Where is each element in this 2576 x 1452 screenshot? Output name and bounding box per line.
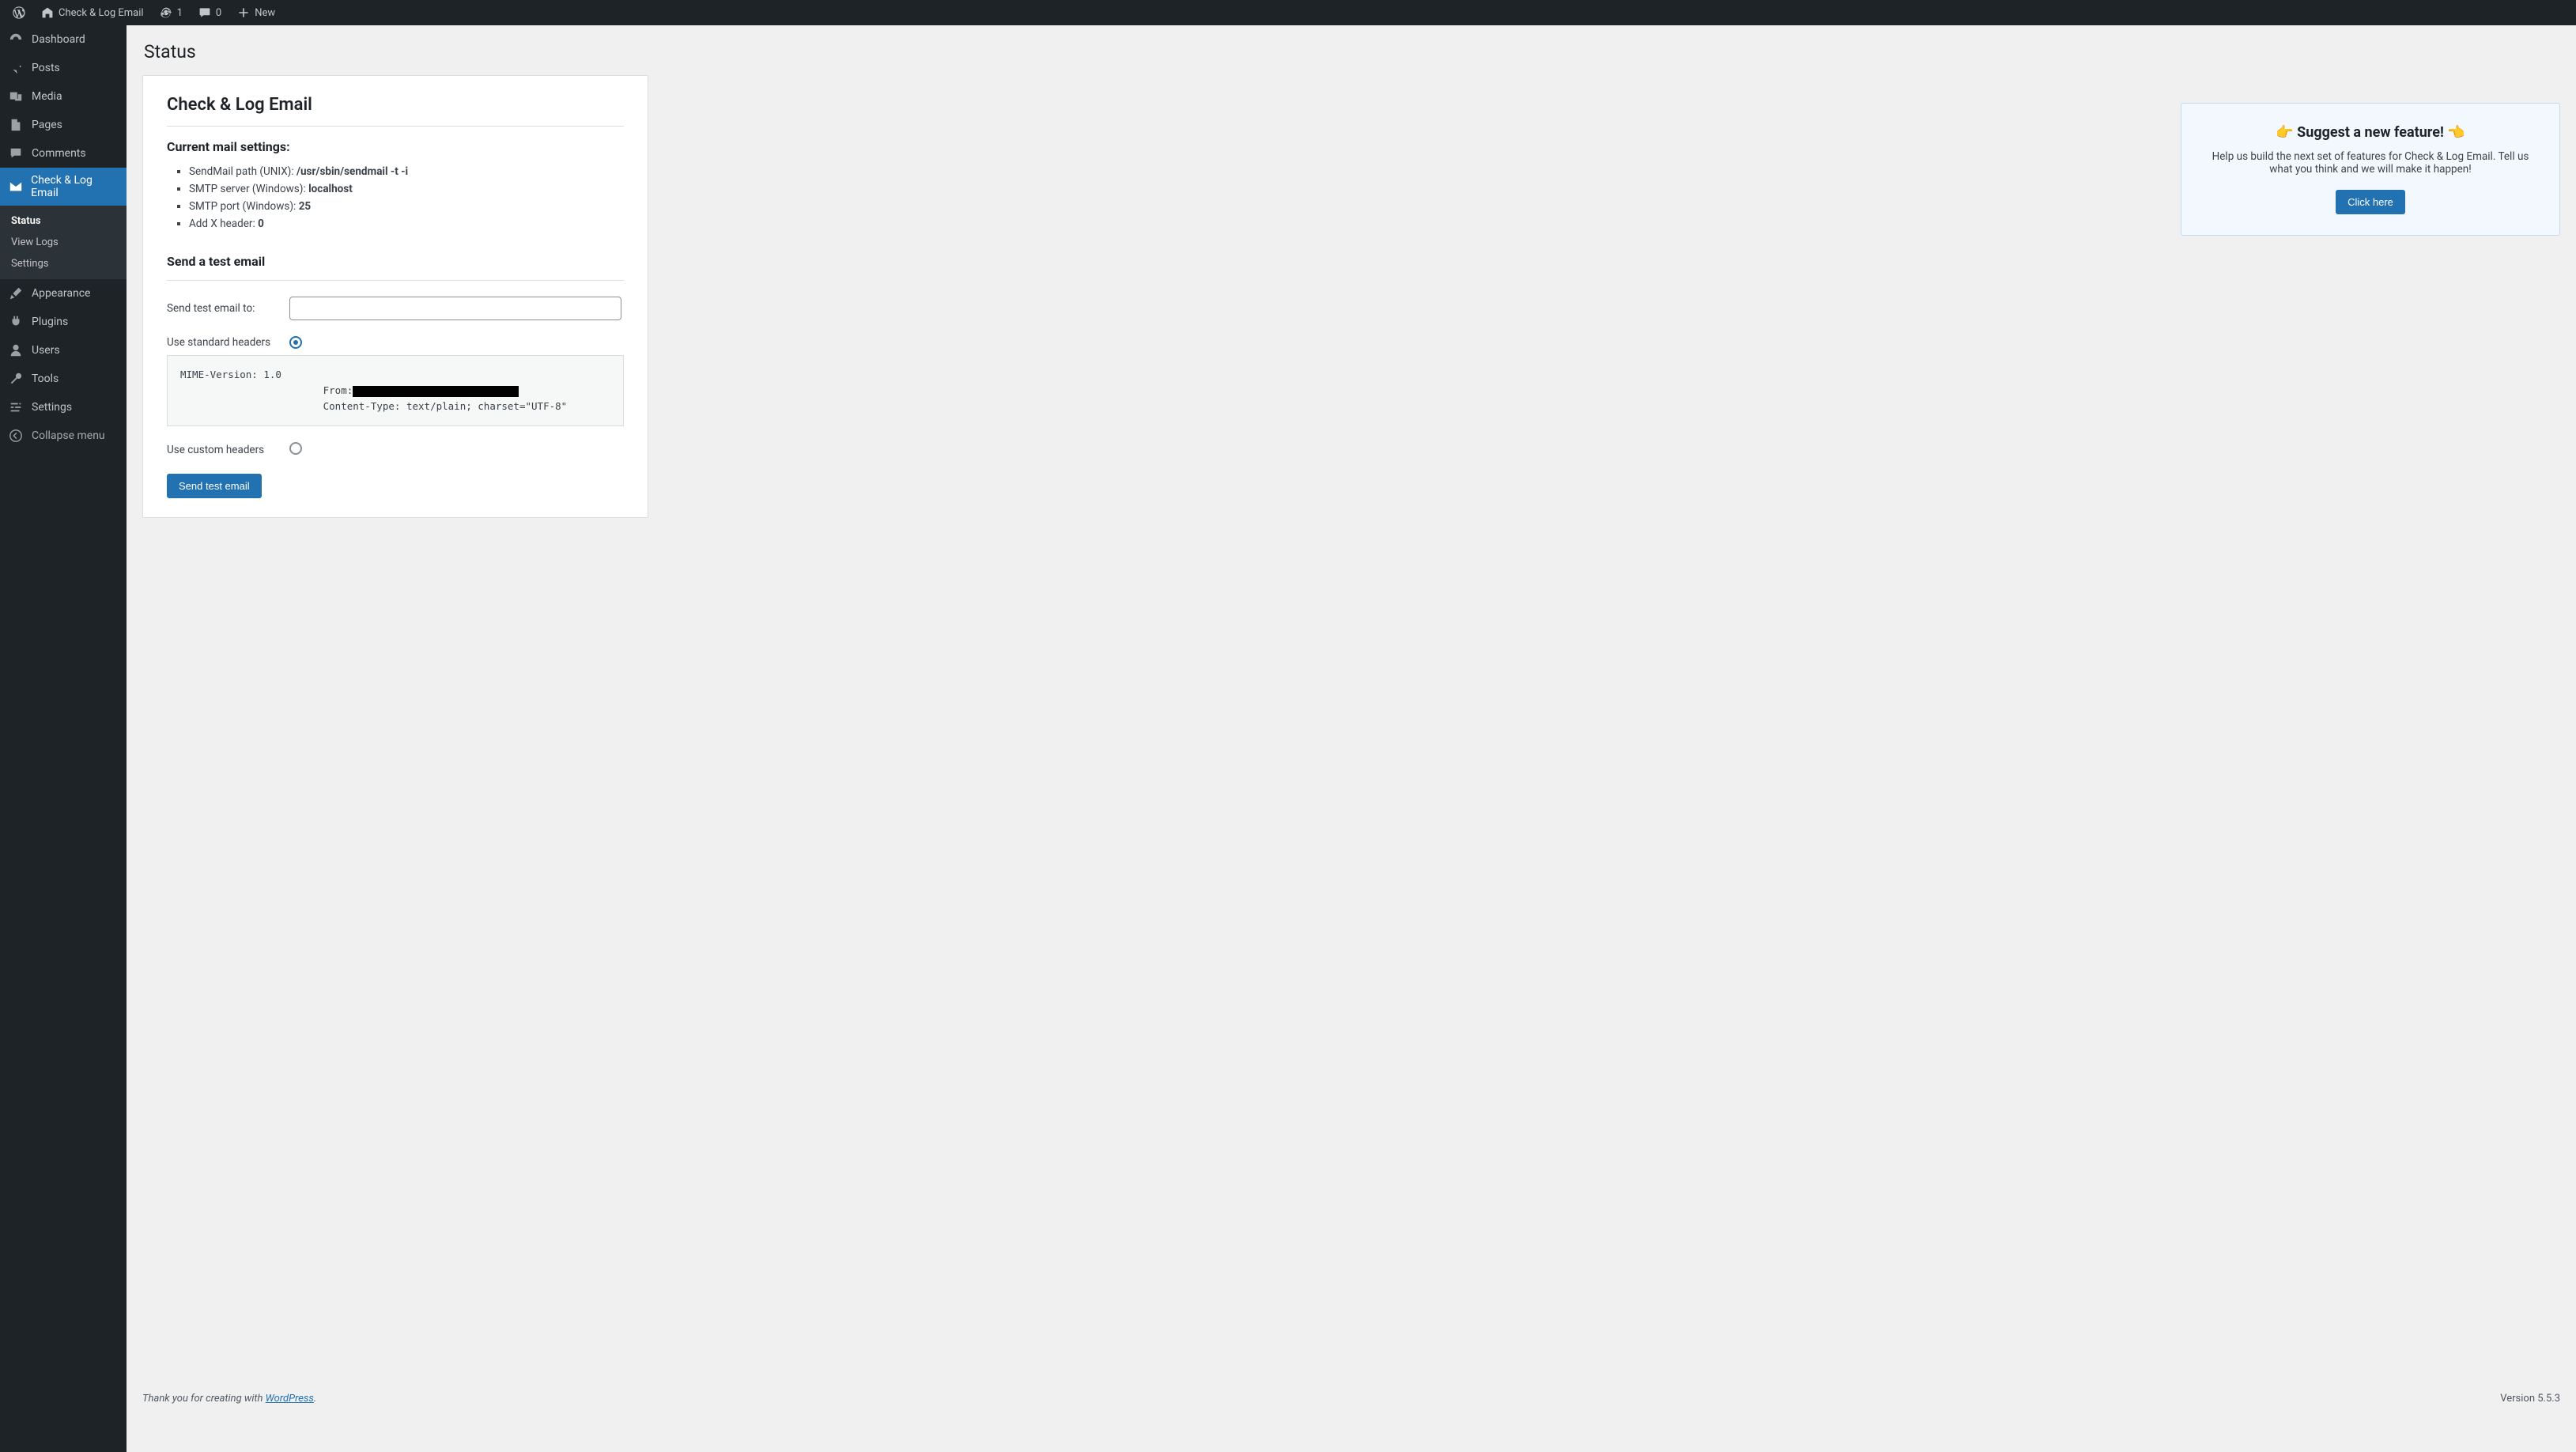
admin-sidebar: Dashboard Posts Media Pages Comments Che… <box>0 25 127 1452</box>
suggest-feature-panel: 👉 Suggest a new feature! 👈 Help us build… <box>2181 103 2560 236</box>
menu-label: Settings <box>32 401 72 414</box>
setting-smtp-port: SMTP port (Windows): 25 <box>189 200 624 213</box>
card-title: Check & Log Email <box>167 95 624 115</box>
promo-title: 👉 Suggest a new feature! 👈 <box>2204 124 2537 141</box>
plug-icon <box>8 314 24 330</box>
send-test-email-button[interactable]: Send test email <box>167 474 262 498</box>
menu-label: Posts <box>32 62 60 74</box>
dashboard-icon <box>8 32 24 47</box>
footer-version: Version 5.5.3 <box>2500 1393 2560 1405</box>
headers-preview: MIME-Version: 1.0 From: Content-Type: te… <box>167 355 624 426</box>
menu-label: Dashboard <box>32 33 85 46</box>
menu-label: Users <box>32 344 60 357</box>
mail-icon <box>8 179 23 195</box>
media-icon <box>8 89 24 104</box>
setting-smtp-server: SMTP server (Windows): localhost <box>189 183 624 195</box>
row-standard-headers: Use standard headers <box>167 336 624 349</box>
home-icon <box>41 6 54 19</box>
collapse-icon <box>8 428 24 444</box>
updates-count: 1 <box>177 7 183 19</box>
send-to-input[interactable] <box>289 297 621 320</box>
new-label: New <box>255 7 275 19</box>
updates-link[interactable]: 1 <box>153 0 189 25</box>
collapse-menu[interactable]: Collapse menu <box>0 422 127 450</box>
submenu-check-log-email: Status View Logs Settings <box>0 206 127 279</box>
menu-label: Comments <box>32 147 86 160</box>
menu-label: Pages <box>32 119 62 131</box>
menu-users[interactable]: Users <box>0 336 127 365</box>
comments-link[interactable]: 0 <box>192 0 228 25</box>
page-title: Status <box>144 41 2559 62</box>
footer-thanks: Thank you for creating with WordPress. <box>142 1393 316 1405</box>
menu-check-log-email[interactable]: Check & Log Email <box>0 168 127 206</box>
mail-settings-list: SendMail path (UNIX): /usr/sbin/sendmail… <box>189 165 624 230</box>
comment-icon <box>198 6 211 19</box>
menu-label: Media <box>32 90 62 103</box>
setting-x-header: Add X header: 0 <box>189 217 624 230</box>
custom-headers-radio[interactable] <box>289 442 302 455</box>
menu-posts[interactable]: Posts <box>0 54 127 82</box>
wrench-icon <box>8 371 24 387</box>
menu-label: Plugins <box>32 316 68 328</box>
standard-headers-label: Use standard headers <box>167 336 289 349</box>
menu-plugins[interactable]: Plugins <box>0 308 127 336</box>
content-area: Status Check & Log Email Current mail se… <box>127 25 2576 1452</box>
user-icon <box>8 342 24 358</box>
submenu-view-logs[interactable]: View Logs <box>0 232 127 253</box>
row-custom-headers: Use custom headers <box>167 442 624 458</box>
new-content-link[interactable]: New <box>231 0 281 25</box>
divider <box>167 280 624 281</box>
sliders-icon <box>8 399 24 415</box>
menu-comments[interactable]: Comments <box>0 139 127 168</box>
menu-appearance[interactable]: Appearance <box>0 279 127 308</box>
promo-text: Help us build the next set of features f… <box>2204 150 2537 176</box>
divider <box>167 126 624 127</box>
pin-icon <box>8 60 24 76</box>
menu-tools[interactable]: Tools <box>0 365 127 393</box>
suggest-feature-button[interactable]: Click here <box>2336 190 2405 214</box>
update-icon <box>160 6 172 19</box>
menu-label: Check & Log Email <box>31 174 119 199</box>
site-name-link[interactable]: Check & Log Email <box>35 0 150 25</box>
comments-count: 0 <box>216 7 221 19</box>
redacted-from-address <box>353 386 519 397</box>
menu-media[interactable]: Media <box>0 82 127 111</box>
submenu-settings[interactable]: Settings <box>0 253 127 274</box>
menu-dashboard[interactable]: Dashboard <box>0 25 127 54</box>
menu-settings[interactable]: Settings <box>0 393 127 422</box>
setting-sendmail: SendMail path (UNIX): /usr/sbin/sendmail… <box>189 165 624 178</box>
admin-footer: Thank you for creating with WordPress. V… <box>142 1361 2560 1405</box>
custom-headers-label: Use custom headers <box>167 444 289 456</box>
wordpress-icon <box>13 6 25 19</box>
menu-label: Appearance <box>32 287 90 300</box>
menu-pages[interactable]: Pages <box>0 111 127 139</box>
test-email-heading: Send a test email <box>167 254 624 269</box>
point-left-icon: 👈 <box>2447 124 2465 141</box>
plus-icon <box>237 6 250 19</box>
brush-icon <box>8 285 24 301</box>
standard-headers-radio[interactable] <box>289 336 302 349</box>
row-send-to: Send test email to: <box>167 297 624 320</box>
admin-topbar: Check & Log Email 1 0 New <box>0 0 2576 25</box>
submenu-status[interactable]: Status <box>0 210 127 232</box>
page-icon <box>8 117 24 133</box>
point-right-icon: 👉 <box>2276 124 2293 141</box>
menu-label: Tools <box>32 372 59 385</box>
status-card: Check & Log Email Current mail settings:… <box>142 75 648 518</box>
menu-label: Collapse menu <box>32 429 105 442</box>
wordpress-link[interactable]: WordPress <box>266 1393 314 1405</box>
site-name-text: Check & Log Email <box>59 7 144 19</box>
settings-heading: Current mail settings: <box>167 139 624 154</box>
wp-logo-menu[interactable] <box>6 0 32 25</box>
send-to-label: Send test email to: <box>167 302 289 315</box>
comment-icon <box>8 146 24 161</box>
